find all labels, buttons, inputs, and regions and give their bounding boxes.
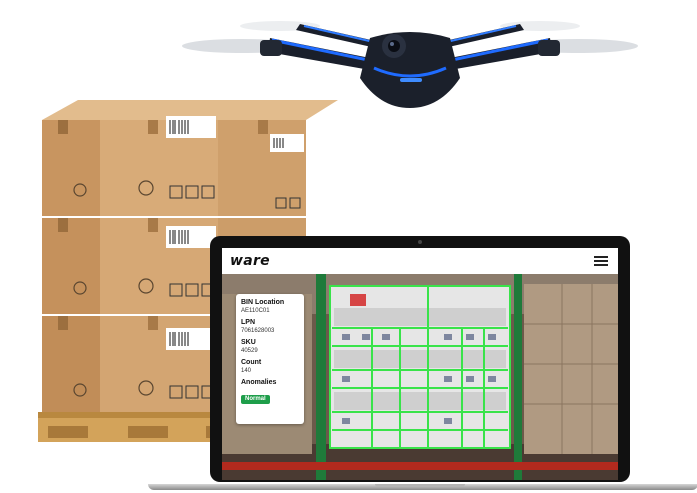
bin-location-value: AE110C01 — [241, 308, 270, 314]
laptop-notch — [375, 484, 465, 487]
scan-info-card: BIN Location AE110C01 LPN 7061628003 SKU… — [236, 294, 304, 424]
count-value: 140 — [241, 368, 252, 374]
rack-upright-left — [316, 274, 326, 480]
rack-beam — [222, 462, 618, 470]
app-header: ware — [222, 248, 618, 274]
brand-logo: ware — [230, 253, 270, 269]
sku-label: SKU — [241, 339, 256, 346]
count-label: Count — [241, 359, 262, 366]
rack-upright-right — [514, 274, 522, 480]
laptop: ware BIN Location AE110C01 LPN 706162800… — [148, 236, 697, 490]
lpn-value: 7061628003 — [241, 328, 275, 334]
motor-right — [538, 40, 560, 56]
lpn-label: LPN — [241, 319, 255, 326]
app-screen: ware BIN Location AE110C01 LPN 706162800… — [222, 248, 618, 480]
webcam-icon — [418, 240, 422, 244]
motor-left — [260, 40, 282, 56]
drone-status-light — [400, 78, 422, 82]
sku-value: 40529 — [241, 348, 258, 354]
hamburger-menu-icon[interactable] — [594, 256, 608, 266]
bin-location-label: BIN Location — [241, 299, 285, 306]
status-badge: Normal — [241, 395, 270, 404]
anomalies-label: Anomalies — [241, 379, 277, 386]
laptop-bezel: ware BIN Location AE110C01 LPN 706162800… — [210, 236, 630, 482]
